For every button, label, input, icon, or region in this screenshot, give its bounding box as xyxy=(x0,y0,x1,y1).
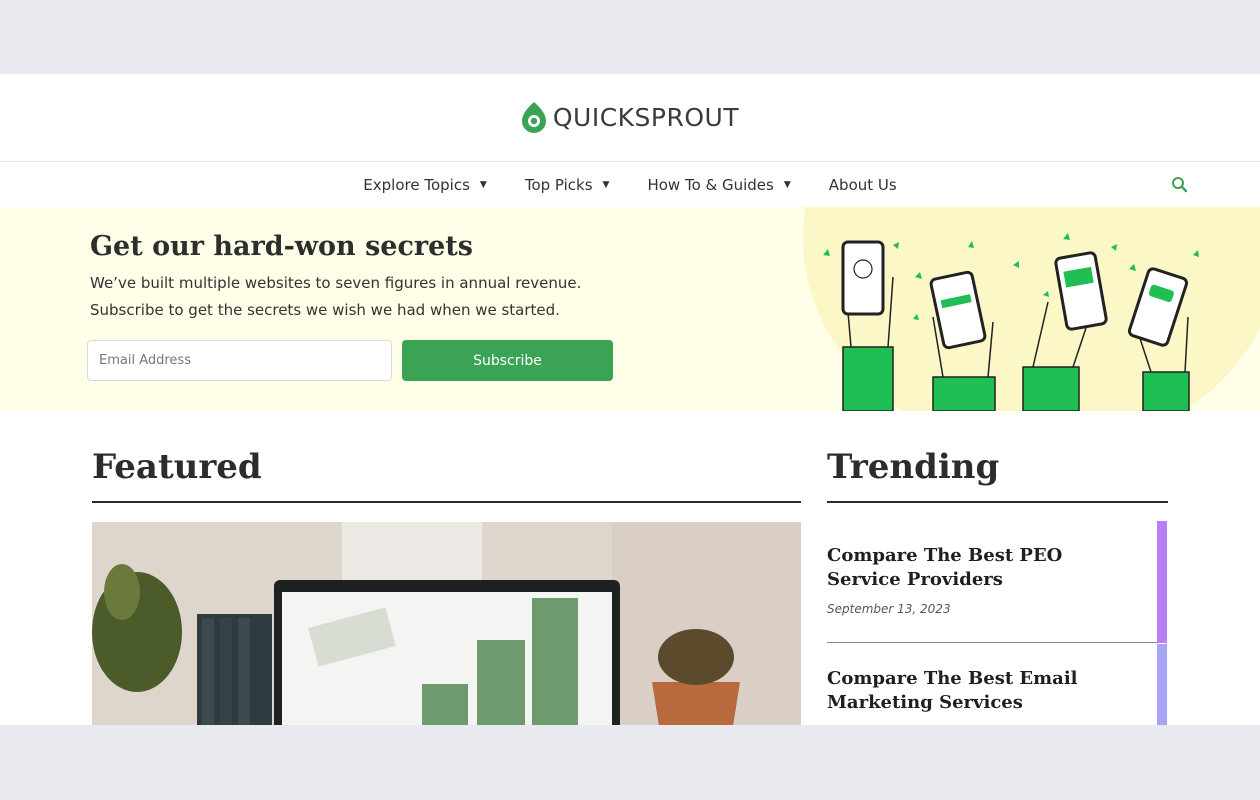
featured-heading: Featured xyxy=(92,447,262,487)
email-input[interactable] xyxy=(87,340,392,381)
page: QUICKSPROUT Explore Topics ▼ Top Picks ▼… xyxy=(0,74,1260,725)
main-nav: Explore Topics ▼ Top Picks ▼ How To & Gu… xyxy=(0,161,1260,207)
trending-divider xyxy=(827,501,1168,503)
nav-item-top-picks[interactable]: Top Picks ▼ xyxy=(525,176,610,194)
nav-item-label: About Us xyxy=(828,175,897,194)
caret-down-icon: ▼ xyxy=(783,179,791,190)
leaf-pin-icon[interactable] xyxy=(521,101,547,135)
caret-down-icon: ▼ xyxy=(602,179,610,190)
nav-item-label: How To & Guides xyxy=(647,175,774,194)
nav-item-label: Top Picks xyxy=(524,175,593,194)
nav-item-explore-topics[interactable]: Explore Topics ▼ xyxy=(363,176,487,194)
nav-item-about-us[interactable]: About Us xyxy=(829,176,897,194)
search-icon[interactable] xyxy=(1170,175,1190,195)
trending-item[interactable]: Compare The Best PEO Service Providers S… xyxy=(827,544,1168,616)
brand-name[interactable]: QUICKSPROUT xyxy=(553,103,739,132)
hero-title: Get our hard-won secrets xyxy=(90,231,473,262)
trending-item-title[interactable]: Compare The Best PEO Service Providers xyxy=(827,544,1137,592)
trending-item-title[interactable]: Compare The Best Email Marketing Service… xyxy=(827,667,1137,715)
nav-item-label: Explore Topics xyxy=(363,175,470,194)
trending-item-divider xyxy=(827,642,1157,643)
nav-item-how-to-guides[interactable]: How To & Guides ▼ xyxy=(647,176,790,194)
caret-down-icon: ▼ xyxy=(479,179,487,190)
featured-article-image[interactable] xyxy=(92,522,801,725)
trending-item[interactable]: Compare The Best Email Marketing Service… xyxy=(827,667,1168,715)
trending-heading: Trending xyxy=(827,447,1000,487)
hero-text-line-1: We’ve built multiple websites to seven f… xyxy=(90,274,582,292)
header: QUICKSPROUT xyxy=(0,74,1260,161)
hands-holding-phones-illustration xyxy=(803,207,1260,411)
subscribe-button[interactable]: Subscribe xyxy=(402,340,613,381)
featured-divider xyxy=(92,501,801,503)
trending-item-date: September 13, 2023 xyxy=(827,602,951,616)
hero-text-line-2: Subscribe to get the secrets we wish we … xyxy=(90,301,560,319)
newsletter-hero: Get our hard-won secrets We’ve built mul… xyxy=(0,207,1260,411)
